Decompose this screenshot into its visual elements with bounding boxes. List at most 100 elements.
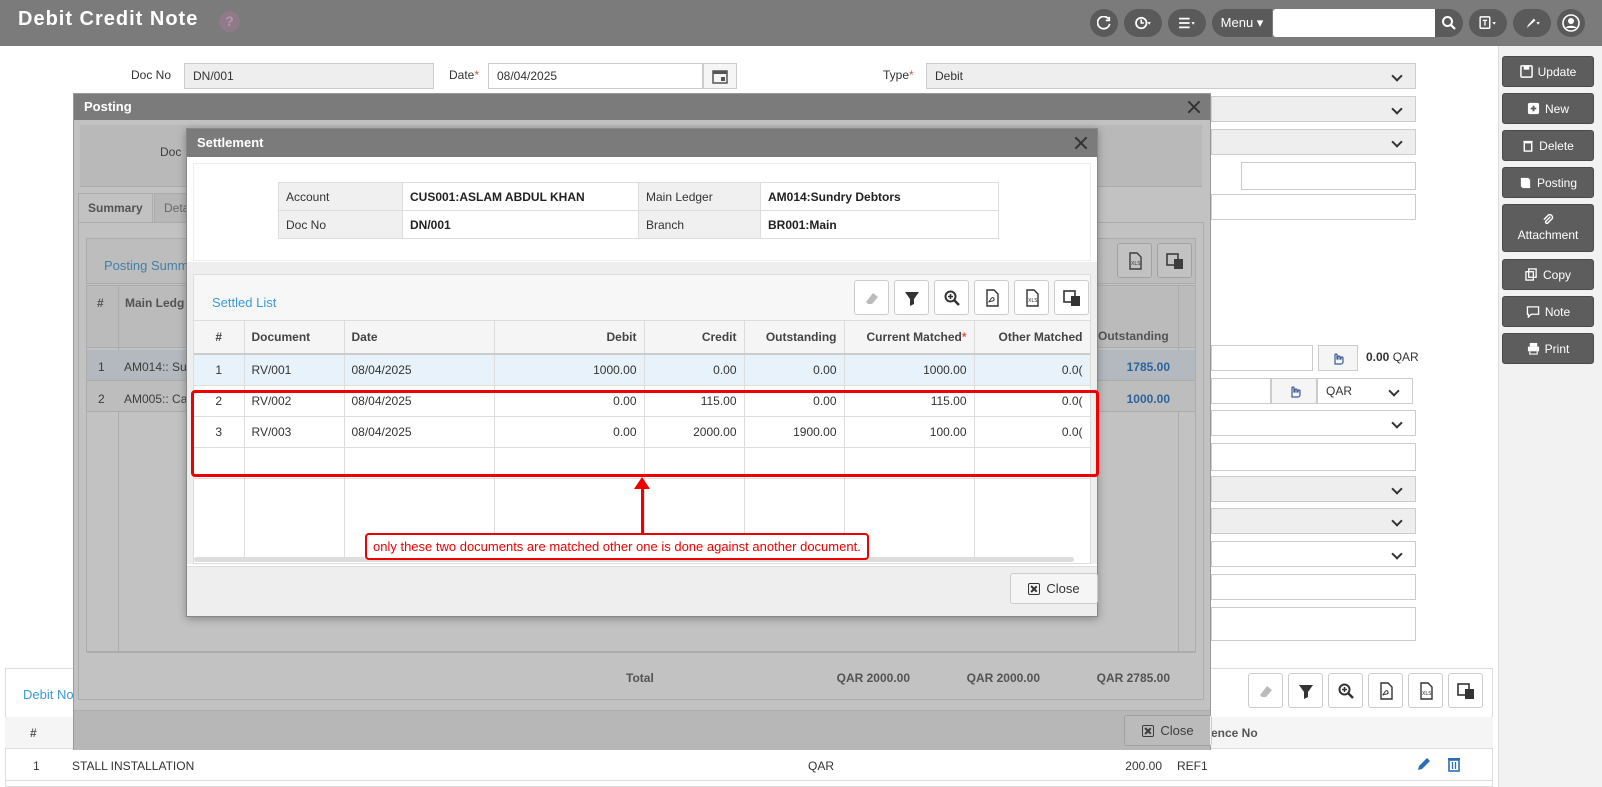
settle-filter-icon[interactable] (894, 280, 929, 315)
row-outstanding: 0.00 (744, 354, 845, 386)
row-num: 1 (194, 354, 245, 386)
trash-icon (1523, 140, 1533, 152)
bottom-grid-tab[interactable]: Debit No (23, 687, 74, 702)
settle-xlsx-icon[interactable]: XLS (1014, 280, 1049, 315)
delete-button[interactable]: Delete (1502, 130, 1594, 161)
bottom-grid-col-ref: ence No (1211, 726, 1258, 740)
book-icon (1520, 177, 1531, 189)
zoom-in-icon[interactable] (1328, 673, 1363, 708)
attachment-button[interactable]: Attachment (1502, 204, 1594, 252)
language-icon[interactable] (1469, 9, 1507, 37)
bg-select-8[interactable] (1211, 476, 1416, 502)
bottom-row-currency: QAR (808, 759, 835, 773)
row-date: 08/04/2025 (344, 354, 495, 386)
main-ledger-label: Main Ledger (638, 182, 761, 211)
bg-input-3[interactable] (1241, 162, 1416, 190)
user-account-icon[interactable] (1557, 9, 1585, 37)
row-current-matched[interactable]: 1000.00 (844, 354, 975, 386)
amount-input[interactable] (1211, 345, 1313, 371)
bg-input-7[interactable] (1211, 443, 1416, 471)
bottom-row-desc: STALL INSTALLATION (72, 759, 195, 773)
posting-close-icon[interactable] (1186, 99, 1202, 115)
hand-pointer-icon-2[interactable] (1271, 378, 1317, 404)
settlement-footer (187, 566, 1097, 616)
settled-list-title[interactable]: Settled List (212, 295, 276, 310)
update-button[interactable]: Update (1502, 56, 1594, 87)
print-button[interactable]: Print (1502, 333, 1594, 364)
copy-button[interactable]: Copy (1502, 259, 1594, 290)
theme-brush-icon[interactable] (1513, 9, 1551, 37)
bg-select-9[interactable] (1211, 508, 1416, 534)
col-document[interactable]: Document (244, 321, 345, 355)
comment-icon (1526, 306, 1540, 318)
col-other-matched[interactable]: Other Matched (974, 321, 1090, 355)
delete-trash-icon[interactable] (1446, 756, 1462, 775)
col-debit[interactable]: Debit (494, 321, 645, 355)
settle-pdf-icon[interactable] (974, 280, 1009, 315)
xlsx-icon[interactable]: XLS (1408, 673, 1443, 708)
amount-value: 0.00 QAR (1366, 350, 1419, 364)
history-icon[interactable] (1124, 9, 1162, 37)
col-credit[interactable]: Credit (644, 321, 745, 355)
settlement-close-button[interactable]: Close (1010, 573, 1098, 604)
filter-icon[interactable] (1288, 673, 1323, 708)
columns-icon[interactable] (1448, 673, 1483, 708)
bg-select-6[interactable] (1211, 410, 1416, 436)
search-icon[interactable] (1435, 9, 1463, 37)
date-label: Date* (449, 68, 480, 82)
svg-text:XLS: XLS (1422, 691, 1431, 697)
bg-input-4[interactable] (1211, 194, 1416, 220)
settlement-dialog-header: Settlement (187, 129, 1097, 157)
bg-select-10[interactable] (1211, 541, 1416, 567)
plus-square-icon (1527, 102, 1540, 115)
main-ledger-value: AM014:Sundry Debtors (760, 182, 999, 211)
note-button[interactable]: Note (1502, 296, 1594, 327)
row-credit: 0.00 (644, 354, 745, 386)
settle-zoom-icon[interactable] (934, 280, 969, 315)
annotation-highlight-box (191, 390, 1099, 477)
branch-label: Branch (638, 210, 761, 239)
date-field[interactable]: 08/04/2025 (488, 63, 703, 89)
annotation-arrow-head-icon (634, 477, 650, 489)
new-button[interactable]: New (1502, 93, 1594, 124)
settle-doc-no-label: Doc No (278, 210, 403, 239)
refresh-icon[interactable] (1090, 9, 1118, 37)
bg-input-11[interactable] (1211, 574, 1416, 600)
bg-select-2[interactable] (1211, 129, 1416, 155)
calendar-icon[interactable] (703, 63, 737, 89)
col-outstanding[interactable]: Outstanding (744, 321, 845, 355)
hand-pointer-icon[interactable] (1318, 345, 1358, 371)
col-num[interactable]: # (194, 321, 245, 355)
table-row[interactable] (5, 749, 1493, 781)
settle-eraser-icon[interactable] (854, 280, 889, 315)
posting-button[interactable]: Posting (1502, 167, 1594, 198)
edit-pencil-icon[interactable] (1416, 756, 1432, 775)
doc-no-label: Doc No (131, 68, 172, 82)
row-debit: 1000.00 (494, 354, 645, 386)
doc-no-field[interactable]: DN/001 (184, 63, 434, 89)
col-current-matched[interactable]: Current Matched* (844, 321, 975, 355)
save-icon (1519, 65, 1533, 78)
settle-columns-icon[interactable] (1054, 280, 1089, 315)
svg-text:XLS: XLS (1028, 298, 1037, 304)
table-row[interactable]: 1 RV/001 08/04/2025 1000.00 0.00 0.00 10… (194, 354, 1090, 386)
type-select[interactable]: Debit (926, 63, 1416, 89)
bottom-row-num: 1 (33, 759, 40, 773)
col-date[interactable]: Date (344, 321, 495, 355)
eraser-icon[interactable] (1248, 673, 1283, 708)
settlement-close-icon[interactable] (1073, 135, 1089, 151)
bg-select-1[interactable] (1211, 96, 1416, 122)
account-value: CUS001:ASLAM ABDUL KHAN (402, 182, 639, 211)
bg-textarea[interactable] (1211, 607, 1416, 641)
help-icon[interactable]: ? (219, 11, 240, 32)
bg-input-5[interactable] (1211, 378, 1271, 404)
page-title: Debit Credit Note (18, 8, 199, 30)
annotation-arrow-line (641, 485, 644, 533)
pdf-icon[interactable] (1368, 673, 1403, 708)
close-square-icon (1028, 582, 1041, 595)
search-input[interactable] (1273, 9, 1435, 37)
paperclip-icon (1542, 214, 1553, 225)
list-menu-icon[interactable] (1168, 9, 1206, 37)
menu-button[interactable]: Menu ▾ (1212, 9, 1272, 37)
currency-select[interactable]: QAR (1317, 378, 1413, 404)
